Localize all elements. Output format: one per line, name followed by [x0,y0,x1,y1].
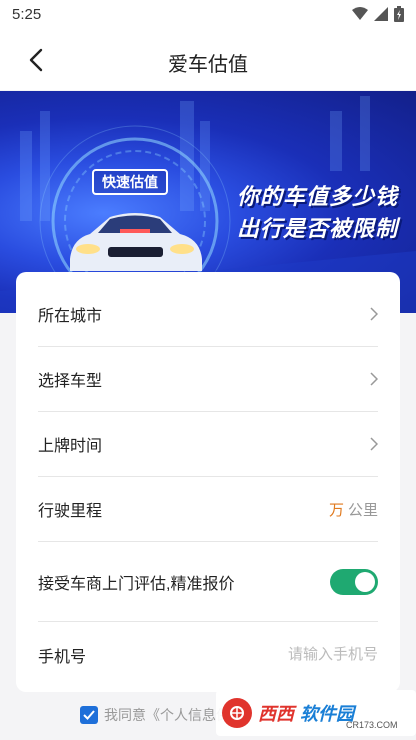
signal-icon [374,7,388,21]
checkmark-icon [83,710,95,720]
car-model-row-right [370,372,378,386]
dealer-eval-label: 接受车商上门评估,精准报价 [38,575,235,593]
plate-time-label: 上牌时间 [38,438,103,455]
mileage-unit: 万 公里 [329,499,378,520]
wifi-icon [352,7,368,20]
city-label: 所在城市 [38,308,103,325]
phone-row: 手机号 [38,622,378,687]
watermark-site: CR173.COM [346,720,398,730]
page-title: 爱车估值 [168,54,248,76]
status-icons [352,6,404,22]
phone-label: 手机号 [38,648,87,666]
dealer-eval-toggle[interactable] [330,568,378,595]
battery-icon [394,6,404,22]
valuation-form-card: 所在城市 选择车型 上牌时间 行驶里程 万 公里 接受车商上门评估,精准报价 手… [16,272,400,692]
site-watermark: 西西 软件园 CR173.COM [216,690,416,736]
car-image [70,213,202,271]
dealer-eval-row: 接受车商上门评估,精准报价 [38,542,378,622]
watermark-brand-a: 西西 [258,704,294,724]
chevron-right-icon [370,372,378,386]
phone-input[interactable] [238,646,378,663]
car-model-row[interactable]: 选择车型 [38,347,378,412]
status-bar: 5:25 [0,0,416,30]
car-model-label: 选择车型 [38,373,103,390]
banner-badge: 快速估值 [92,169,168,195]
mileage-unit-prefix: 万 [328,501,344,519]
banner-slogan-2: 出行是否被限制 [236,216,398,241]
agreement-checkbox[interactable] [80,706,98,724]
plate-time-row[interactable]: 上牌时间 [38,412,378,477]
city-row-right [370,307,378,321]
agreement-text[interactable]: 我同意《个人信息保 [104,705,230,725]
toggle-knob [355,571,375,592]
mileage-unit-text: 公里 [347,501,378,519]
watermark-logo-icon [222,698,252,728]
plate-time-row-right [370,437,378,451]
status-time: 5:25 [12,6,42,23]
mileage-label: 行驶里程 [38,503,103,520]
banner-slogan-1: 你的车值多少钱 [236,184,398,209]
title-bar: 爱车估值 [0,30,416,90]
city-row[interactable]: 所在城市 [38,282,378,347]
mileage-row[interactable]: 行驶里程 万 公里 [38,477,378,542]
chevron-right-icon [370,437,378,451]
chevron-right-icon [370,307,378,321]
